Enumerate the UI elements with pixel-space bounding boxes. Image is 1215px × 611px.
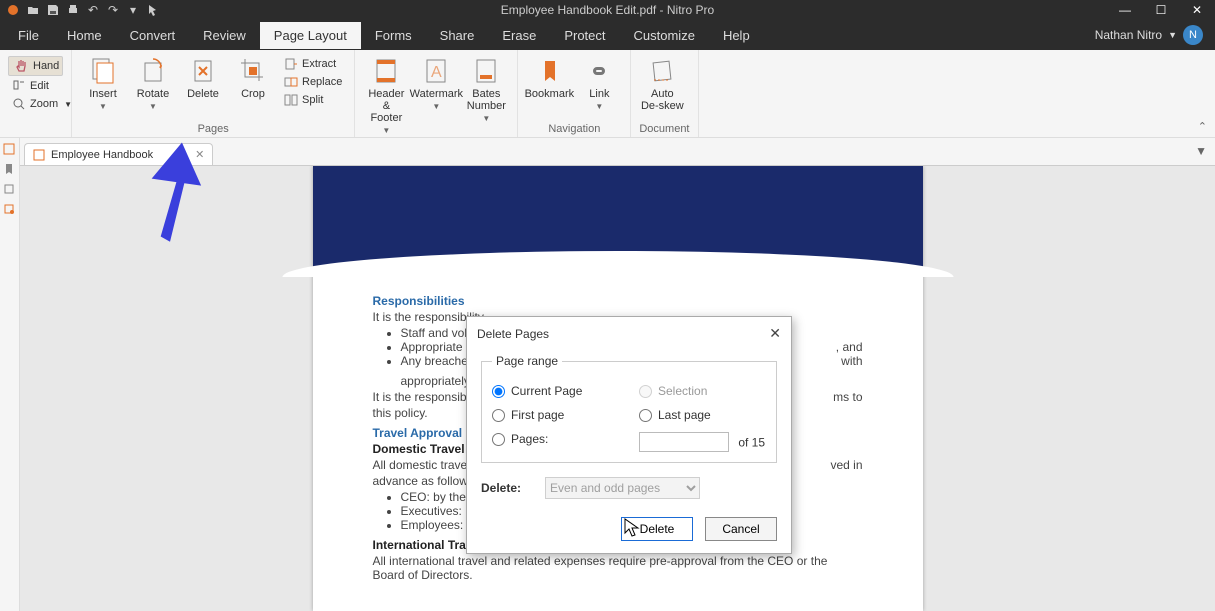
group-pages-label: Pages — [80, 121, 346, 135]
panel-signatures-icon[interactable] — [2, 202, 16, 216]
extract-icon — [284, 57, 298, 71]
undo-icon[interactable]: ↶ — [86, 3, 100, 17]
header-footer-icon — [371, 56, 401, 86]
menu-erase[interactable]: Erase — [488, 22, 550, 49]
user-name: Nathan Nitro — [1095, 28, 1162, 42]
group-nav-label: Navigation — [526, 121, 622, 135]
redo-icon[interactable]: ↷ — [106, 3, 120, 17]
chevron-down-icon: ▼ — [99, 102, 107, 111]
link-button[interactable]: Link ▼ — [576, 54, 622, 111]
chevron-down-icon: ▼ — [432, 102, 440, 111]
header-footer-button[interactable]: Header & Footer ▼ — [363, 54, 409, 135]
rotate-icon — [138, 56, 168, 86]
bookmark-button[interactable]: Bookmark — [526, 54, 572, 100]
chevron-down-icon: ▼ — [1168, 30, 1177, 40]
group-doc-label: Document — [639, 121, 689, 135]
dialog-cancel-button[interactable]: Cancel — [705, 517, 777, 541]
chevron-down-icon: ▼ — [64, 100, 72, 109]
pointer-tool-icon[interactable] — [146, 3, 160, 17]
avatar: N — [1183, 25, 1203, 45]
menu-file[interactable]: File — [4, 22, 53, 49]
user-menu[interactable]: Nathan Nitro ▼ N — [1087, 25, 1211, 45]
menu-protect[interactable]: Protect — [550, 22, 619, 49]
radio-last-page[interactable]: Last page — [639, 408, 766, 422]
bookmark-icon — [534, 56, 564, 86]
nitro-icon — [6, 3, 20, 17]
menu-review[interactable]: Review — [189, 22, 260, 49]
page-range-legend: Page range — [492, 354, 562, 368]
open-icon[interactable] — [26, 3, 40, 17]
chevron-down-icon: ▼ — [595, 102, 603, 111]
print-icon[interactable] — [66, 3, 80, 17]
panel-attachments-icon[interactable] — [2, 182, 16, 196]
close-dialog-icon[interactable]: ✕ — [769, 325, 781, 342]
insert-button[interactable]: Insert ▼ — [80, 54, 126, 111]
split-button[interactable]: Split — [280, 92, 346, 108]
tab-label: Employee Handbook — [51, 149, 153, 161]
edit-tool[interactable]: Edit — [8, 78, 63, 94]
chevron-down-icon: ▼ — [149, 102, 157, 111]
auto-deskew-button[interactable]: Auto De-skew — [639, 54, 685, 112]
replace-button[interactable]: Replace — [280, 74, 346, 90]
edit-icon — [12, 79, 26, 93]
radio-selection: Selection — [639, 384, 766, 398]
delete-page-icon — [188, 56, 218, 86]
delete-button[interactable]: Delete — [180, 54, 226, 100]
bates-button[interactable]: Bates Number ▼ — [463, 54, 509, 123]
split-icon — [284, 93, 298, 107]
hand-tool[interactable]: Hand — [8, 56, 63, 76]
extract-button[interactable]: Extract — [280, 56, 346, 72]
chevron-down-icon: ▼ — [382, 126, 390, 135]
close-button[interactable]: ✕ — [1179, 0, 1215, 20]
heading-responsibilities: Responsibilities — [373, 294, 863, 308]
mouse-cursor-icon — [624, 518, 640, 538]
rotate-button[interactable]: Rotate ▼ — [130, 54, 176, 111]
radio-first-page[interactable]: First page — [492, 408, 619, 422]
tutorial-pointer-icon — [145, 142, 205, 242]
dialog-title: Delete Pages — [477, 327, 549, 341]
radio-current-page[interactable]: Current Page — [492, 384, 619, 398]
menu-customize[interactable]: Customize — [620, 22, 709, 49]
crop-icon — [238, 56, 268, 86]
bates-icon — [471, 56, 501, 86]
menu-forms[interactable]: Forms — [361, 22, 426, 49]
svg-text:A: A — [431, 64, 442, 81]
minimize-button[interactable]: — — [1107, 0, 1143, 20]
zoom-icon — [12, 97, 26, 111]
menu-convert[interactable]: Convert — [116, 22, 190, 49]
delete-label: Delete: — [481, 481, 521, 495]
save-icon[interactable] — [46, 3, 60, 17]
radio-pages[interactable]: Pages: — [492, 432, 619, 446]
hand-icon — [15, 59, 29, 73]
page-total: of 15 — [738, 436, 765, 450]
replace-icon — [284, 75, 298, 89]
chevron-down-icon: ▼ — [482, 114, 490, 123]
tab-menu-icon[interactable]: ▼ — [1195, 144, 1207, 158]
crop-button[interactable]: Crop — [230, 54, 276, 100]
insert-page-icon — [88, 56, 118, 86]
pages-input[interactable] — [639, 432, 729, 452]
link-icon — [584, 56, 614, 86]
menu-page-layout[interactable]: Page Layout — [260, 22, 361, 49]
file-icon — [33, 149, 45, 161]
qat-dropdown-icon[interactable]: ▾ — [126, 3, 140, 17]
delete-mode-select[interactable]: Even and odd pages — [545, 477, 700, 499]
zoom-tool[interactable]: Zoom ▼ — [8, 96, 63, 112]
menu-share[interactable]: Share — [426, 22, 489, 49]
menu-home[interactable]: Home — [53, 22, 116, 49]
collapse-ribbon-button[interactable]: ⌃ — [1198, 120, 1207, 133]
watermark-button[interactable]: A Watermark ▼ — [413, 54, 459, 111]
watermark-icon: A — [421, 56, 451, 86]
panel-pages-icon[interactable] — [2, 142, 16, 156]
menu-help[interactable]: Help — [709, 22, 764, 49]
window-title: Employee Handbook Edit.pdf - Nitro Pro — [501, 3, 714, 17]
deskew-icon — [647, 56, 677, 86]
panel-bookmarks-icon[interactable] — [2, 162, 16, 176]
maximize-button[interactable]: ☐ — [1143, 0, 1179, 20]
